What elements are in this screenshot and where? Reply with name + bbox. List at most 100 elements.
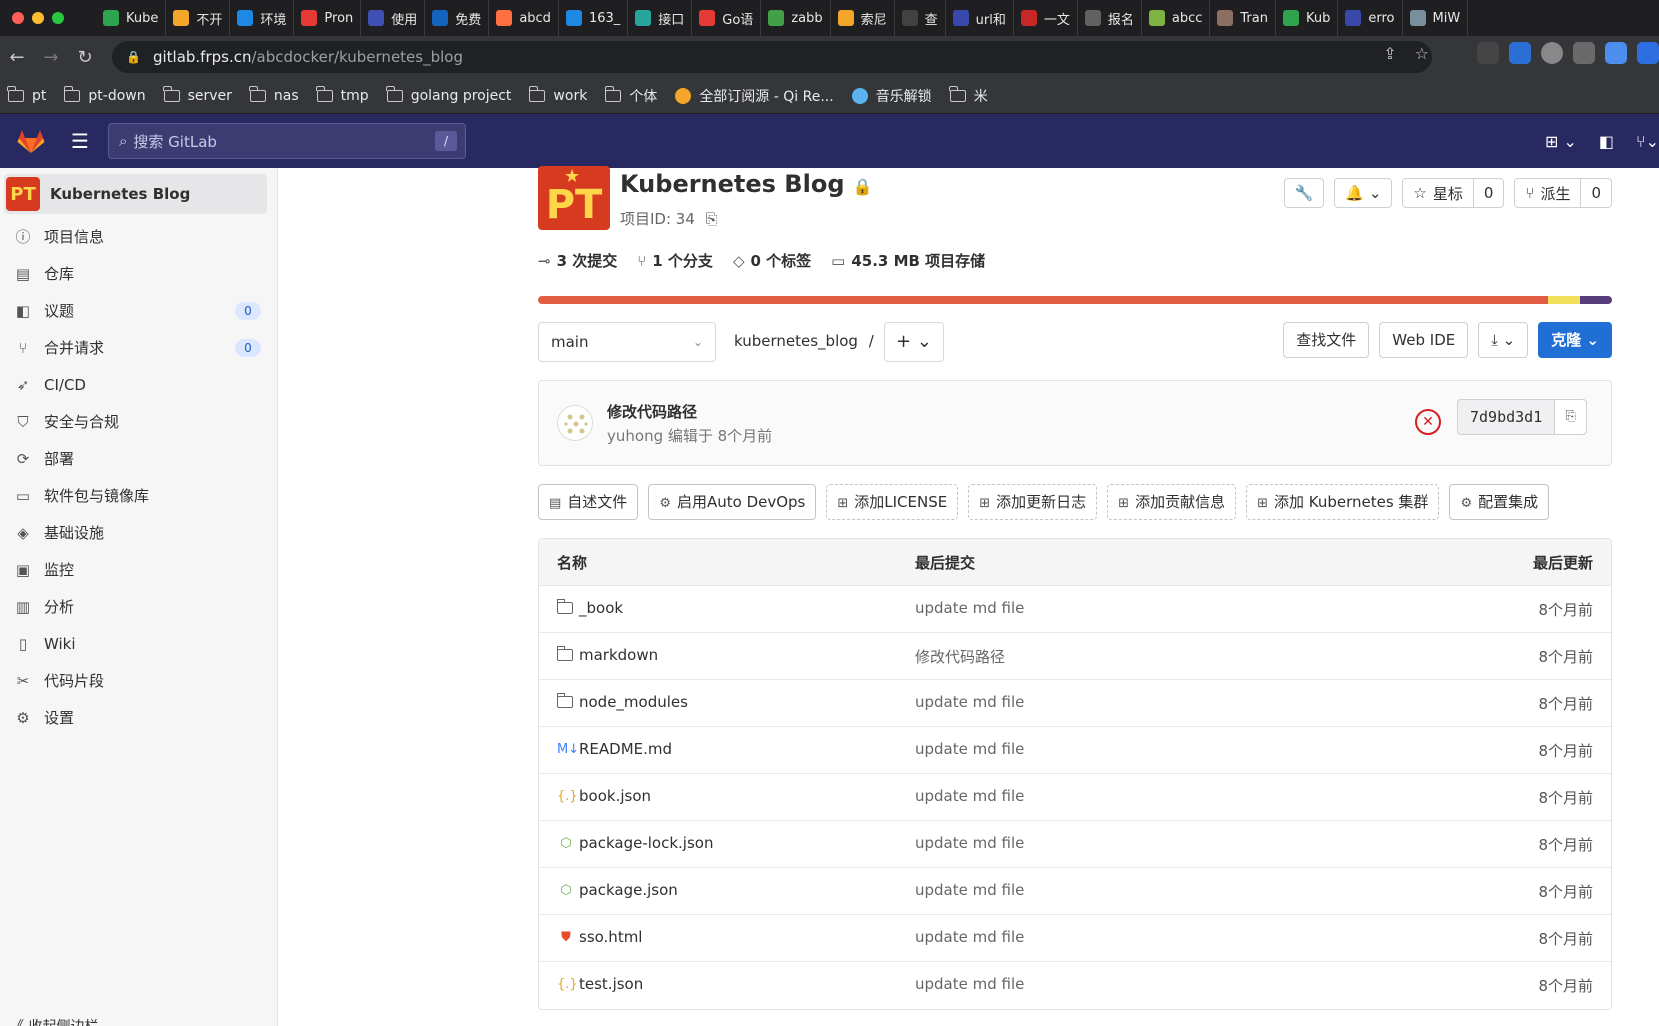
browser-tab[interactable]: 使用 <box>361 0 426 36</box>
add-to-tree-button[interactable]: + ⌄ <box>884 322 944 362</box>
share-icon[interactable]: ⇪ <box>1383 44 1396 63</box>
bookmark-item[interactable]: pt-down <box>63 85 146 104</box>
browser-tab[interactable]: abcc <box>1142 0 1211 36</box>
bookmark-item[interactable]: nas <box>249 85 299 104</box>
file-name-link[interactable]: _book <box>579 599 623 617</box>
browser-tab[interactable]: url和 <box>946 0 1014 36</box>
notification-button[interactable]: 🔔 ⌄ <box>1334 178 1393 208</box>
browser-tab[interactable]: abcd <box>489 0 559 36</box>
bookmark-item[interactable]: 米 <box>949 85 988 106</box>
sidebar-item[interactable]: ⛉ 安全与合规 <box>0 403 277 440</box>
tags-stat[interactable]: ◇ 0 个标签 <box>733 250 811 271</box>
clone-button[interactable]: 克隆 ⌄ <box>1538 322 1612 358</box>
quick-action-button[interactable]: ▤ 自述文件 <box>538 484 639 520</box>
create-new-icon[interactable]: ⊞ ⌄ <box>1545 132 1577 151</box>
language-bar[interactable] <box>538 296 1612 304</box>
file-last-commit-link[interactable]: update md file <box>915 693 1024 711</box>
sidebar-item[interactable]: ▯ Wiki <box>0 625 277 662</box>
breadcrumb-repo-link[interactable]: kubernetes_blog <box>734 332 858 350</box>
browser-tab[interactable]: Kub <box>1276 0 1339 36</box>
file-name-link[interactable]: test.json <box>579 975 643 993</box>
quick-action-button[interactable]: ⚙ 配置集成 <box>1449 484 1550 520</box>
bookmark-item[interactable]: pt <box>7 85 46 104</box>
browser-tab[interactable]: 索尼 <box>831 0 895 36</box>
file-name-link[interactable]: package-lock.json <box>579 834 713 852</box>
file-name-link[interactable]: book.json <box>579 787 651 805</box>
extension-icon[interactable] <box>1509 42 1531 64</box>
browser-tab[interactable]: Tran <box>1210 0 1276 36</box>
file-last-commit-link[interactable]: update md file <box>915 975 1024 993</box>
extension-icon[interactable] <box>1477 42 1499 64</box>
bookmark-item[interactable]: 音乐解锁 <box>851 86 932 106</box>
table-row[interactable]: ⛊ sso.html update md file 8个月前 <box>539 915 1611 962</box>
branch-selector[interactable]: main ⌄ <box>538 322 716 362</box>
gitlab-logo-icon[interactable] <box>8 128 54 154</box>
bookmark-star-icon[interactable]: ☆ <box>1415 44 1429 63</box>
table-row[interactable]: markdown 修改代码路径 8个月前 <box>539 633 1611 680</box>
merge-request-icon[interactable]: ⑂⌄ <box>1636 132 1659 151</box>
quick-action-button[interactable]: ⊞ 添加贡献信息 <box>1107 484 1237 520</box>
star-button[interactable]: ☆ 星标 0 <box>1402 178 1505 208</box>
browser-tab[interactable]: 免费 <box>425 0 490 36</box>
branches-stat[interactable]: ⑂ 1 个分支 <box>637 250 713 271</box>
extension-icon[interactable] <box>1605 42 1627 64</box>
browser-tab[interactable]: Go语 <box>692 0 762 36</box>
sidebar-item[interactable]: ⓘ 项目信息 <box>0 218 277 255</box>
browser-tab[interactable]: MiW <box>1403 0 1469 36</box>
fork-button[interactable]: ⑂ 派生 0 <box>1514 178 1612 208</box>
browser-tab[interactable]: Kube <box>96 0 167 36</box>
sidebar-project-header[interactable]: PT Kubernetes Blog <box>4 174 267 214</box>
commit-author-avatar[interactable] <box>557 405 593 441</box>
table-row[interactable]: {.} book.json update md file 8个月前 <box>539 774 1611 821</box>
address-bar[interactable]: 🔒 gitlab.frps.cn/abcdocker/kubernetes_bl… <box>112 41 1432 73</box>
extension-icon[interactable] <box>1637 42 1659 64</box>
adblock-icon[interactable] <box>1541 42 1563 64</box>
sidebar-item[interactable]: ⚙ 设置 <box>0 699 277 736</box>
table-row[interactable]: node_modules update md file 8个月前 <box>539 680 1611 727</box>
bookmark-item[interactable]: golang project <box>386 85 511 104</box>
sidebar-item[interactable]: ▣ 监控 <box>0 551 277 588</box>
minimize-window-button[interactable] <box>32 12 44 24</box>
commit-sha-link[interactable]: 7d9bd3d1 <box>1458 408 1554 426</box>
table-row[interactable]: {.} test.json update md file 8个月前 <box>539 962 1611 1009</box>
browser-tab[interactable]: 163_ <box>559 0 629 36</box>
sidebar-item[interactable]: ✂ 代码片段 <box>0 662 277 699</box>
collapse-sidebar-button[interactable]: 《 收起侧边栏 <box>10 1016 98 1026</box>
browser-tab[interactable]: 环境 <box>230 0 295 36</box>
back-arrow-icon[interactable]: ← <box>0 47 34 68</box>
browser-tab[interactable]: Pron <box>294 0 362 36</box>
commit-title-link[interactable]: 修改代码路径 <box>607 401 697 422</box>
sidebar-item[interactable]: ⟳ 部署 <box>0 440 277 477</box>
language-segment[interactable] <box>1579 296 1612 304</box>
browser-tab[interactable]: 报名 <box>1078 0 1142 36</box>
file-last-commit-link[interactable]: update md file <box>915 928 1024 946</box>
quick-action-button[interactable]: ⊞ 添加LICENSE <box>826 484 959 520</box>
maximize-window-button[interactable] <box>52 12 64 24</box>
bookmark-item[interactable]: server <box>162 85 232 104</box>
bookmark-item[interactable]: tmp <box>316 85 369 104</box>
web-ide-button[interactable]: Web IDE <box>1379 322 1469 358</box>
table-row[interactable]: _book update md file 8个月前 <box>539 586 1611 633</box>
file-name-link[interactable]: node_modules <box>579 693 688 711</box>
file-name-link[interactable]: README.md <box>579 740 672 758</box>
commits-stat[interactable]: ⊸ 3 次提交 <box>538 250 617 271</box>
pipeline-failed-icon[interactable]: ✕ <box>1415 409 1441 435</box>
bookmark-item[interactable]: 个体 <box>604 85 657 106</box>
settings-wrench-button[interactable]: 🔧 <box>1283 178 1325 208</box>
reload-icon[interactable]: ↻ <box>68 47 102 68</box>
file-name-link[interactable]: markdown <box>579 646 658 664</box>
table-row[interactable]: M↓ README.md update md file 8个月前 <box>539 727 1611 774</box>
download-button[interactable]: ⤓ ⌄ <box>1478 322 1529 358</box>
sidebar-item[interactable]: ⑂ 合并请求 0 <box>0 329 277 366</box>
file-name-link[interactable]: sso.html <box>579 928 642 946</box>
sidebar-item[interactable]: ◧ 议题 0 <box>0 292 277 329</box>
browser-tab[interactable]: erro <box>1338 0 1403 36</box>
file-last-commit-link[interactable]: update md file <box>915 599 1024 617</box>
browser-tab[interactable]: zabb <box>761 0 831 36</box>
gitlab-search-input[interactable]: ⌕ 搜索 GitLab / <box>108 123 466 159</box>
quick-action-button[interactable]: ⊞ 添加 Kubernetes 集群 <box>1246 484 1440 520</box>
sidebar-item[interactable]: ▭ 软件包与镜像库 <box>0 477 277 514</box>
file-last-commit-link[interactable]: update md file <box>915 740 1024 758</box>
bookmark-item[interactable]: work <box>528 85 587 104</box>
sidebar-item[interactable]: ➶ CI/CD <box>0 366 277 403</box>
